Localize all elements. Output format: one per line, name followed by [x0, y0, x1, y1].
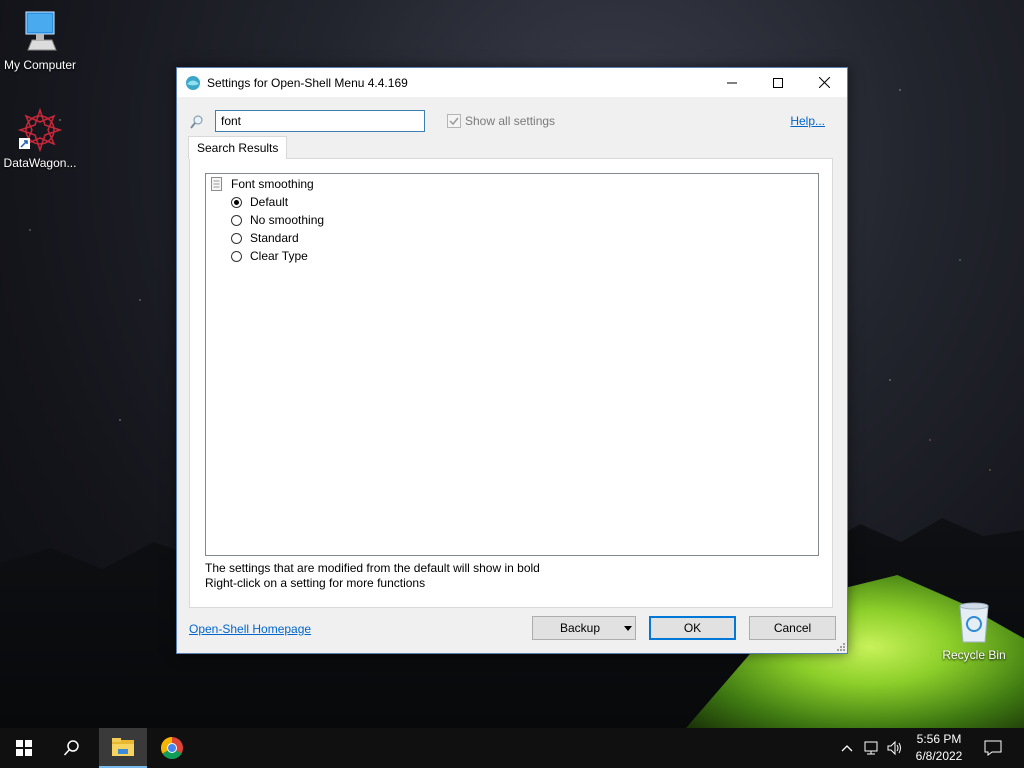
clock-time: 5:56 PM — [916, 732, 962, 746]
radio-button-selected — [231, 196, 242, 208]
datawagon-logo-icon — [17, 107, 63, 153]
desktop-icon-label: My Computer — [3, 58, 77, 72]
open-shell-homepage-link[interactable]: Open-Shell Homepage — [189, 622, 311, 636]
radio-standard[interactable]: Standard — [231, 231, 299, 245]
speaker-icon — [887, 740, 901, 756]
close-button[interactable] — [801, 68, 847, 97]
volume-button[interactable] — [884, 728, 906, 768]
search-icon — [190, 115, 203, 129]
checkmark-icon — [449, 117, 459, 126]
title-bar[interactable]: Settings for Open-Shell Menu 4.4.169 — [177, 68, 847, 97]
minimize-button[interactable] — [709, 68, 755, 97]
resize-grip-icon[interactable] — [835, 641, 845, 651]
settings-tree[interactable]: Font smoothing Default No smoothing Stan… — [205, 173, 819, 556]
hint-right-click: Right-click on a setting for more functi… — [205, 576, 426, 590]
tab-search-results[interactable]: Search Results — [188, 136, 288, 159]
close-icon — [818, 77, 830, 88]
desktop-icon-recycle-bin[interactable]: Recycle Bin — [934, 600, 1014, 662]
desktop-icon-datawagon[interactable]: DataWagon... — [0, 107, 80, 170]
settings-panel: Font smoothing Default No smoothing Stan… — [189, 158, 833, 608]
hint-bold-settings: The settings that are modified from the … — [205, 561, 540, 575]
ok-button[interactable]: OK — [649, 616, 736, 640]
network-icon — [864, 741, 878, 755]
search-row: Show all settings Help... — [187, 110, 837, 134]
start-button[interactable] — [0, 728, 48, 768]
search-icon — [63, 740, 79, 756]
chevron-up-icon — [841, 745, 853, 752]
taskbar-chrome[interactable] — [148, 728, 196, 768]
windows-logo-icon — [16, 740, 32, 756]
taskbar: 5:56 PM 6/8/2022 — [0, 728, 1024, 768]
radio-button — [231, 214, 242, 226]
setting-font-smoothing[interactable]: Font smoothing — [210, 177, 314, 191]
dropdown-arrow-icon — [621, 625, 635, 631]
radio-no-smoothing[interactable]: No smoothing — [231, 213, 324, 227]
cancel-button[interactable]: Cancel — [749, 616, 836, 640]
backup-button[interactable]: Backup — [532, 616, 636, 640]
computer-icon — [18, 10, 62, 54]
radio-label: No smoothing — [250, 213, 325, 227]
radio-default[interactable]: Default — [231, 195, 288, 209]
network-button[interactable] — [860, 728, 882, 768]
help-link[interactable]: Help... — [790, 114, 825, 128]
minimize-icon — [727, 82, 737, 83]
desktop-icon-label: DataWagon... — [3, 156, 77, 170]
radio-button — [231, 250, 242, 262]
notification-icon — [984, 740, 1002, 756]
checkbox-box — [447, 114, 461, 128]
radio-label: Default — [250, 195, 289, 209]
radio-label: Clear Type — [250, 249, 308, 263]
desktop-icon-label: Recycle Bin — [942, 648, 1006, 662]
show-all-settings-label: Show all settings — [465, 114, 556, 128]
action-center-button[interactable] — [978, 728, 1008, 768]
window-title: Settings for Open-Shell Menu 4.4.169 — [207, 75, 408, 90]
recycle-bin-icon — [952, 600, 996, 644]
maximize-icon — [773, 77, 783, 88]
setting-page-icon — [211, 177, 222, 191]
desktop-icon-my-computer[interactable]: My Computer — [0, 10, 80, 72]
chrome-icon — [161, 737, 183, 759]
radio-clear-type[interactable]: Clear Type — [231, 249, 308, 263]
taskbar-file-explorer[interactable] — [99, 728, 147, 768]
settings-window: Settings for Open-Shell Menu 4.4.169 Sho… — [176, 67, 848, 654]
search-input[interactable] — [215, 110, 425, 132]
show-all-settings-checkbox[interactable]: Show all settings — [447, 114, 555, 128]
clock-date: 6/8/2022 — [915, 749, 963, 763]
open-shell-icon — [186, 75, 200, 90]
taskbar-clock[interactable]: 5:56 PM 6/8/2022 — [908, 731, 970, 765]
radio-button — [231, 232, 242, 244]
show-hidden-icons-button[interactable] — [838, 728, 856, 768]
maximize-button[interactable] — [755, 68, 801, 97]
radio-label: Standard — [250, 231, 299, 245]
taskbar-search-button[interactable] — [48, 728, 96, 768]
backup-button-label: Backup — [559, 621, 601, 635]
file-explorer-icon — [112, 738, 134, 756]
setting-name: Font smoothing — [231, 177, 314, 191]
